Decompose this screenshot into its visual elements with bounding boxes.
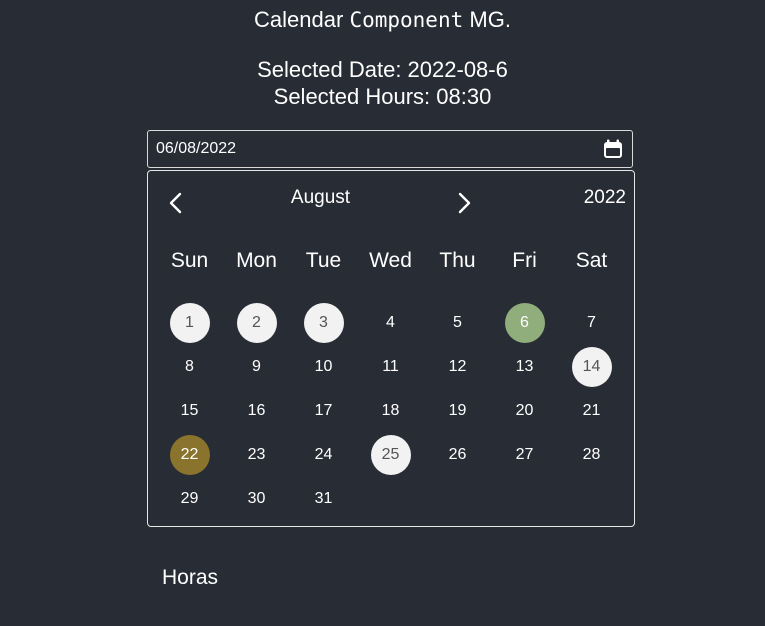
day-cell: 9 [223, 345, 290, 389]
day-cell: 16 [223, 389, 290, 433]
weekday-label: Sat [575, 249, 608, 272]
day-cell: 6 [491, 301, 558, 345]
date-input-value[interactable]: 06/08/2022 [156, 140, 236, 158]
day-grid: 1 2 3 4 5 6 7 8 9 10 11 12 13 14 15 16 17 18 19 20 21 22 23 24 2… [156, 301, 626, 521]
day-cell: 14 [558, 345, 625, 389]
selected-date-text: Selected Date: 2022-08-6 [257, 57, 508, 82]
day-cell: 8 [156, 345, 223, 389]
day-28[interactable]: 28 [572, 435, 612, 475]
day-cell: 18 [357, 389, 424, 433]
day-23[interactable]: 23 [237, 435, 277, 475]
day-cell: 30 [223, 477, 290, 521]
weekday-label: Tue [305, 249, 342, 272]
day-cell: 2 [223, 301, 290, 345]
day-cell: 31 [290, 477, 357, 521]
day-3[interactable]: 3 [303, 303, 344, 343]
day-cell: 25 [357, 433, 424, 477]
day-cell: 22 [156, 433, 223, 477]
day-cell: 4 [357, 301, 424, 345]
page: Calendar Component MG. Selected Date: 20… [0, 0, 765, 626]
day-cell: 1 [156, 301, 223, 345]
day-cell: 3 [290, 301, 357, 345]
day-2[interactable]: 2 [236, 303, 277, 343]
day-cell: 20 [491, 389, 558, 433]
day-cell: 11 [357, 345, 424, 389]
day-13[interactable]: 13 [505, 347, 545, 387]
day-cell: 15 [156, 389, 223, 433]
calendar-dropdown: August 2022 Sun Mon Tue Wed Thu Fri Sat 123456… [147, 170, 635, 527]
day-27[interactable]: 27 [505, 435, 545, 475]
day-cell: 28 [558, 433, 625, 477]
day-14[interactable]: 14 [571, 347, 612, 387]
weekday-label: Sun [170, 249, 209, 272]
day-cell: 23 [223, 433, 290, 477]
day-29[interactable]: 29 [170, 479, 210, 519]
day-cell: 5 [424, 301, 491, 345]
day-5[interactable]: 5 [438, 303, 478, 343]
calendar-month: August [290, 187, 351, 208]
day-cell: 10 [290, 345, 357, 389]
calendar-nav: August 2022 [148, 171, 634, 231]
day-cell: 26 [424, 433, 491, 477]
day-1[interactable]: 1 [169, 303, 210, 343]
day-16[interactable]: 16 [237, 391, 277, 431]
day-20[interactable]: 20 [505, 391, 545, 431]
day-18[interactable]: 18 [371, 391, 411, 431]
day-15[interactable]: 15 [170, 391, 210, 431]
calendar-icon[interactable] [602, 138, 624, 160]
date-input[interactable]: 06/08/2022 [147, 130, 633, 168]
day-26[interactable]: 26 [438, 435, 478, 475]
day-7[interactable]: 7 [572, 303, 612, 343]
title-suffix: MG. [469, 7, 511, 32]
day-6[interactable]: 6 [504, 303, 545, 343]
chevron-left-icon[interactable] [166, 191, 186, 215]
title-prefix: Calendar [254, 7, 344, 32]
calendar-year[interactable]: 2022 [584, 187, 626, 209]
day-4[interactable]: 4 [371, 303, 411, 343]
day-12[interactable]: 12 [438, 347, 478, 387]
day-cell: 19 [424, 389, 491, 433]
day-30[interactable]: 30 [237, 479, 277, 519]
day-21[interactable]: 21 [572, 391, 612, 431]
day-cell: 12 [424, 345, 491, 389]
day-cell: 29 [156, 477, 223, 521]
day-9[interactable]: 9 [237, 347, 277, 387]
day-cell: 24 [290, 433, 357, 477]
day-cell: 7 [558, 301, 625, 345]
day-8[interactable]: 8 [170, 347, 210, 387]
weekday-header: Sun Mon Tue Wed Thu Fri Sat [156, 249, 626, 273]
selected-hours-text: Selected Hours: 08:30 [273, 84, 492, 109]
weekday-label: Fri [512, 249, 537, 272]
day-22[interactable]: 22 [169, 435, 210, 475]
day-11[interactable]: 11 [371, 347, 411, 387]
day-10[interactable]: 10 [304, 347, 344, 387]
day-31[interactable]: 31 [304, 479, 344, 519]
weekday-label: Mon [236, 249, 277, 272]
title-code: Component [349, 8, 464, 32]
page-title: Calendar Component MG. [0, 6, 765, 34]
day-17[interactable]: 17 [304, 391, 344, 431]
day-24[interactable]: 24 [304, 435, 344, 475]
chevron-right-icon[interactable] [454, 191, 474, 215]
hours-section-label: Horas [162, 566, 219, 589]
day-cell: 13 [491, 345, 558, 389]
day-cell: 27 [491, 433, 558, 477]
day-19[interactable]: 19 [438, 391, 478, 431]
weekday-label: Thu [439, 249, 476, 272]
day-cell: 21 [558, 389, 625, 433]
day-cell: 17 [290, 389, 357, 433]
day-25[interactable]: 25 [370, 435, 411, 475]
weekday-label: Wed [369, 249, 412, 272]
